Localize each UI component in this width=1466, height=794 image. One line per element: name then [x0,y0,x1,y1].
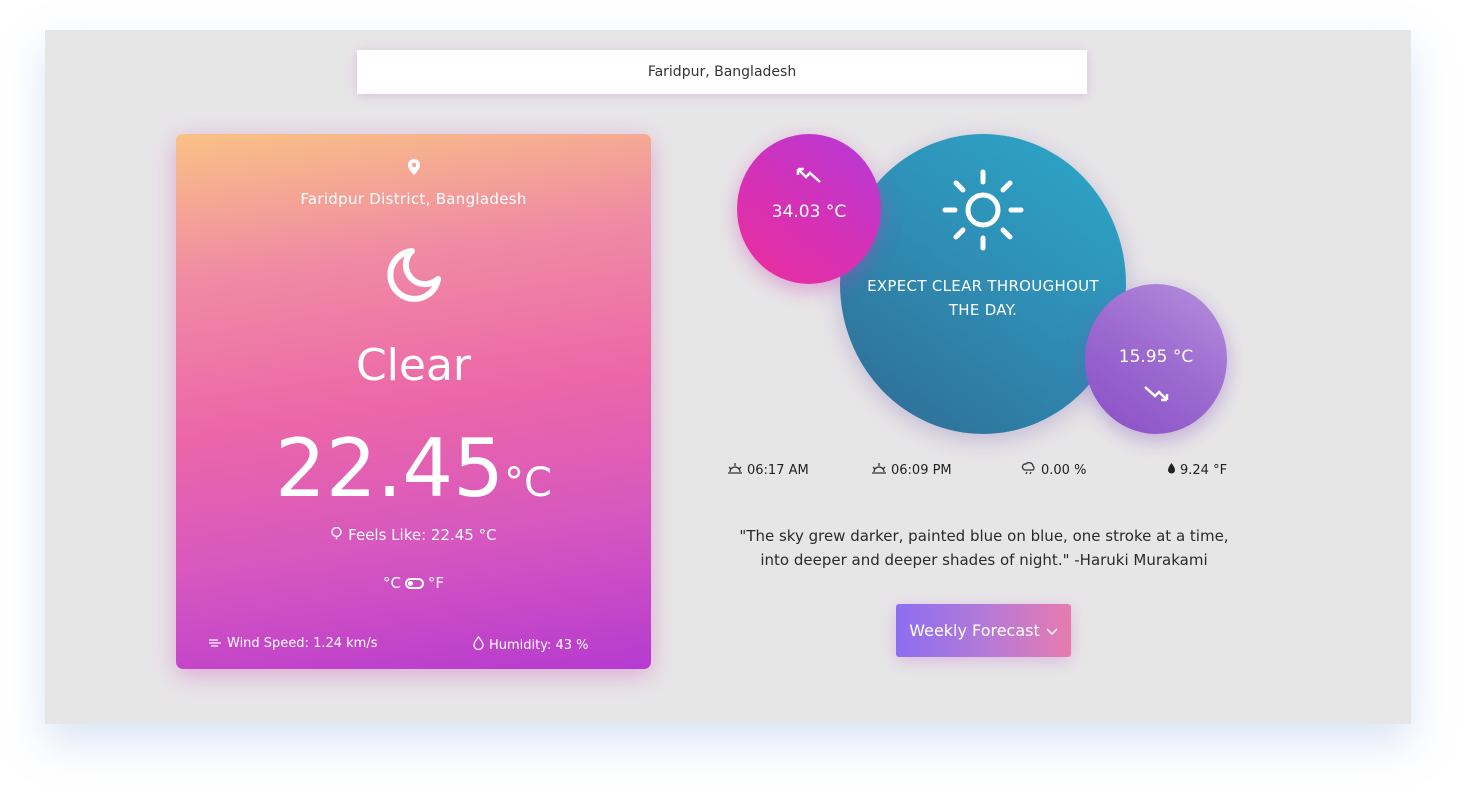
weather-quote: "The sky grew darker, painted blue on bl… [739,527,1229,569]
location-pin-icon [176,158,651,180]
humidity-text: Humidity: 43 % [489,637,589,653]
dew-point-value: 9.24 °F [1180,462,1228,478]
sun-icon [840,168,1126,256]
sunrise-icon [727,462,743,478]
weekly-forecast-button[interactable]: Weekly Forecast [896,604,1071,657]
unit-switch[interactable] [404,577,424,589]
wind-icon [208,636,222,651]
precipitation: 0.00 % [1021,461,1087,479]
app-frame: Faridpur District, Bangladesh Clear 22.4… [45,30,1411,724]
high-temp-bubble: 34.03 °C [737,134,881,284]
precipitation-value: 0.00 % [1041,463,1087,478]
wind-speed: Wind Speed: 1.24 km/s [208,636,378,651]
sunset: 06:09 PM [871,462,952,478]
feels-like: Feels Like: 22.45 °C [176,526,651,544]
condition-label: Clear [355,340,472,391]
sunrise-time: 06:17 AM [747,462,809,478]
low-temp: 15.95 °C [1118,347,1194,367]
location-name: Faridpur District, Bangladesh [300,190,527,208]
cloud-rain-icon [1021,461,1037,479]
forecast-summary-bubble: EXPECT CLEAR THROUGHOUT THE DAY. [840,134,1126,434]
temperature-unit: °C [504,460,552,506]
humidity: Humidity: 43 % [473,635,589,654]
celsius-label: °C [382,574,401,592]
drop-icon [1167,462,1176,478]
thermometer-icon [330,526,348,544]
trend-up-icon [737,166,881,188]
low-temp-bubble: 15.95 °C [1085,284,1227,434]
current-weather-card: Faridpur District, Bangladesh Clear 22.4… [176,134,651,669]
moon-icon [176,246,651,308]
dew-point: 9.24 °F [1167,462,1227,478]
high-temp: 34.03 °C [771,202,847,222]
sunrise: 06:17 AM [727,462,809,478]
humidity-icon [473,635,484,654]
temperature-display: 22.45°C [176,424,651,528]
feels-like-text: Feels Like: 22.45 °C [348,526,497,544]
location-search-input[interactable] [357,50,1087,94]
chevron-down-icon [1046,621,1058,640]
temperature-value: 22.45 [275,422,505,515]
unit-toggle[interactable]: °C °F [176,574,651,592]
fahrenheit-label: °F [427,574,445,592]
sunset-time: 06:09 PM [891,462,952,478]
wind-speed-text: Wind Speed: 1.24 km/s [227,636,378,651]
trend-down-icon [1085,384,1227,406]
forecast-summary: EXPECT CLEAR THROUGHOUT THE DAY. [867,277,1099,319]
sunset-icon [871,462,887,478]
weekly-forecast-label: Weekly Forecast [909,621,1040,640]
